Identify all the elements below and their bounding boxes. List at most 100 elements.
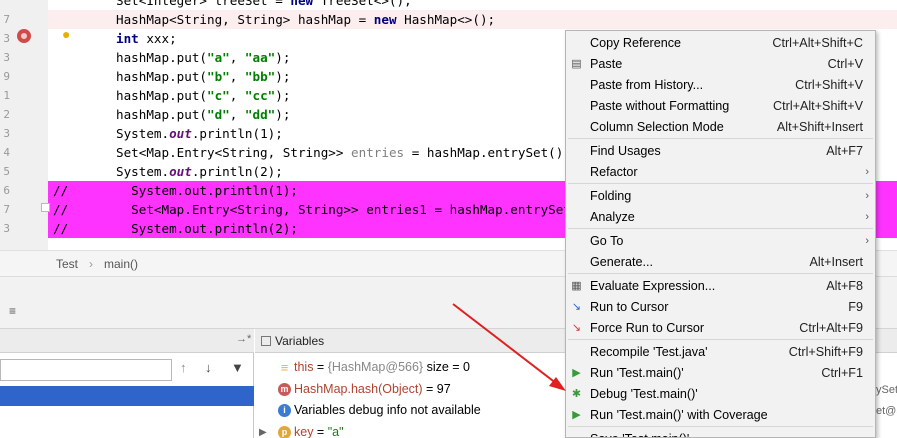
menu-item-copy-reference[interactable]: Copy Reference Ctrl+Alt+Shift+C [566,33,875,54]
menu-item-shortcut: Alt+F7 [826,144,863,158]
line-number: 3 [3,32,10,45]
menu-item-recompile[interactable]: Recompile 'Test.java' Ctrl+Shift+F9 [566,342,875,363]
code-token: System.out.println(1); [131,183,298,198]
menu-item-label: Evaluate Expression... [590,279,716,293]
menu-item-label: Run 'Test.main()' [590,366,684,380]
menu-item-force-run-to-cursor[interactable]: ↘ Force Run to Cursor Ctrl+Alt+F9 [566,318,875,339]
code-line[interactable]: HashMap<String, String> hashMap = new Ha… [48,10,897,29]
breadcrumb-class[interactable]: Test [56,257,78,271]
line-number: 2 [3,108,10,121]
menu-item-shortcut: F9 [848,300,863,314]
menu-item-go-to[interactable]: Go To › [566,231,875,252]
menu-item-label: Force Run to Cursor [590,321,705,335]
submenu-arrow-icon: › [865,190,869,202]
menu-item-folding[interactable]: Folding › [566,186,875,207]
menu-item-label: Analyze [590,210,635,224]
variable-name: HashMap.hash(Object) [294,381,423,396]
variable-equals: = [313,424,328,438]
variable-extra: size = 0 [423,360,471,374]
code-line[interactable]: Set<Integer> treeSet = new TreeSet<>(); [48,0,897,10]
thread-select[interactable] [0,359,172,381]
menu-item-evaluate-expression[interactable]: ▦ Evaluate Expression... Alt+F8 [566,276,875,297]
filter-icon[interactable]: ▼ [231,360,244,375]
code-token: ); [275,88,291,103]
menu-item-label: Save 'Test.main()' [590,429,689,437]
code-token: System. [116,126,170,141]
variable-value: "a" [327,424,344,438]
pin-icon[interactable]: →* [236,333,251,345]
breakpoint-icon[interactable] [17,29,31,43]
menu-item-label: Folding [590,189,632,203]
variables-title: Variables [275,334,325,348]
code-token: HashMap<>(); [396,12,496,27]
code-token: .println(1); [191,126,283,141]
force-run-icon: ↘ [571,322,582,334]
variable-name: key [294,424,314,438]
frames-panel: →* ↑ ↓ ▼ [0,329,254,438]
line-number: 7 [3,203,10,216]
menu-item-label: Generate... [590,255,654,269]
menu-item-shortcut: Alt+Shift+Insert [776,120,863,134]
menu-item-shortcut: Alt+Insert [809,255,863,269]
code-token: Set<Map.Entry<String, String>> [116,145,352,160]
code-token: "dd" [244,107,276,122]
line-number: 5 [3,165,10,178]
menu-separator [568,273,873,274]
menu-item-column-selection-mode[interactable]: Column Selection Mode Alt+Shift+Insert [566,117,875,138]
variable-name: this [294,360,314,374]
fold-marker-icon[interactable] [41,203,50,212]
code-token: out [169,164,192,179]
menu-item-paste-without-formatting[interactable]: Paste without Formatting Ctrl+Alt+Shift+V [566,96,875,117]
menu-item-label: Recompile 'Test.java' [590,345,708,359]
menu-item-find-usages[interactable]: Find Usages Alt+F7 [566,141,875,162]
menu-item-save-test-main[interactable]: ▬ Save 'Test.main()' [566,429,875,437]
code-token: "a" [207,50,230,65]
layout-settings-icon[interactable]: ≡ [9,304,16,318]
menu-separator [568,138,873,139]
code-token: , [229,69,245,84]
variable-name: Variables debug info not available [294,403,481,417]
param-icon: p [278,425,291,438]
line-number [0,0,10,10]
variable-text: HashMap.hash(Object) = 97 [294,379,451,400]
code-token: Set<Integer> treeSet = [116,0,291,8]
expand-arrow-icon[interactable]: ▶ [259,422,267,438]
menu-item-run-with-coverage[interactable]: ▶ Run 'Test.main()' with Coverage [566,405,875,426]
selected-frame-row[interactable] [0,386,254,406]
menu-item-refactor[interactable]: Refactor › [566,162,875,183]
up-arrow-icon[interactable]: ↑ [180,360,187,375]
code-token: out [169,126,192,141]
menu-item-generate[interactable]: Generate... Alt+Insert [566,252,875,273]
menu-item-shortcut: Alt+F8 [826,279,863,293]
menu-item-debug-test-main[interactable]: ✱ Debug 'Test.main()' [566,384,875,405]
info-icon: i [278,404,291,417]
line-number: 3 [3,222,10,235]
menu-item-label: Go To [590,234,624,248]
variable-text: this = {HashMap@566} size = 0 [294,357,470,378]
menu-separator [568,339,873,340]
code-token: int [116,31,139,46]
code-token: Set<Map.Entry<String, String>> entries1 … [131,202,594,217]
down-arrow-icon[interactable]: ↓ [205,360,212,375]
variable-text: key = "a" [294,422,344,438]
line-number: 6 [3,184,10,197]
menu-item-shortcut: Ctrl+Alt+Shift+V [773,99,863,113]
menu-item-run-to-cursor[interactable]: ↘ Run to Cursor F9 [566,297,875,318]
code-token: , [229,50,245,65]
menu-separator [568,228,873,229]
code-token: hashMap.put( [116,88,207,103]
menu-item-run-test-main[interactable]: ▶ Run 'Test.main()' Ctrl+F1 [566,363,875,384]
code-token: System. [116,164,170,179]
code-token: TreeSet<>(); [313,0,412,8]
line-number: 9 [3,70,10,83]
menu-item-paste[interactable]: ▤ Paste Ctrl+V [566,54,875,75]
breadcrumb-method[interactable]: main() [104,257,138,271]
menu-item-label: Copy Reference [590,36,682,50]
code-token: // [53,183,69,198]
line-number: 1 [3,89,10,102]
menu-item-paste-from-history[interactable]: Paste from History... Ctrl+Shift+V [566,75,875,96]
menu-item-analyze[interactable]: Analyze › [566,207,875,228]
menu-item-label: Refactor [590,165,638,179]
variable-equals: = [422,381,437,396]
submenu-arrow-icon: › [865,211,869,223]
